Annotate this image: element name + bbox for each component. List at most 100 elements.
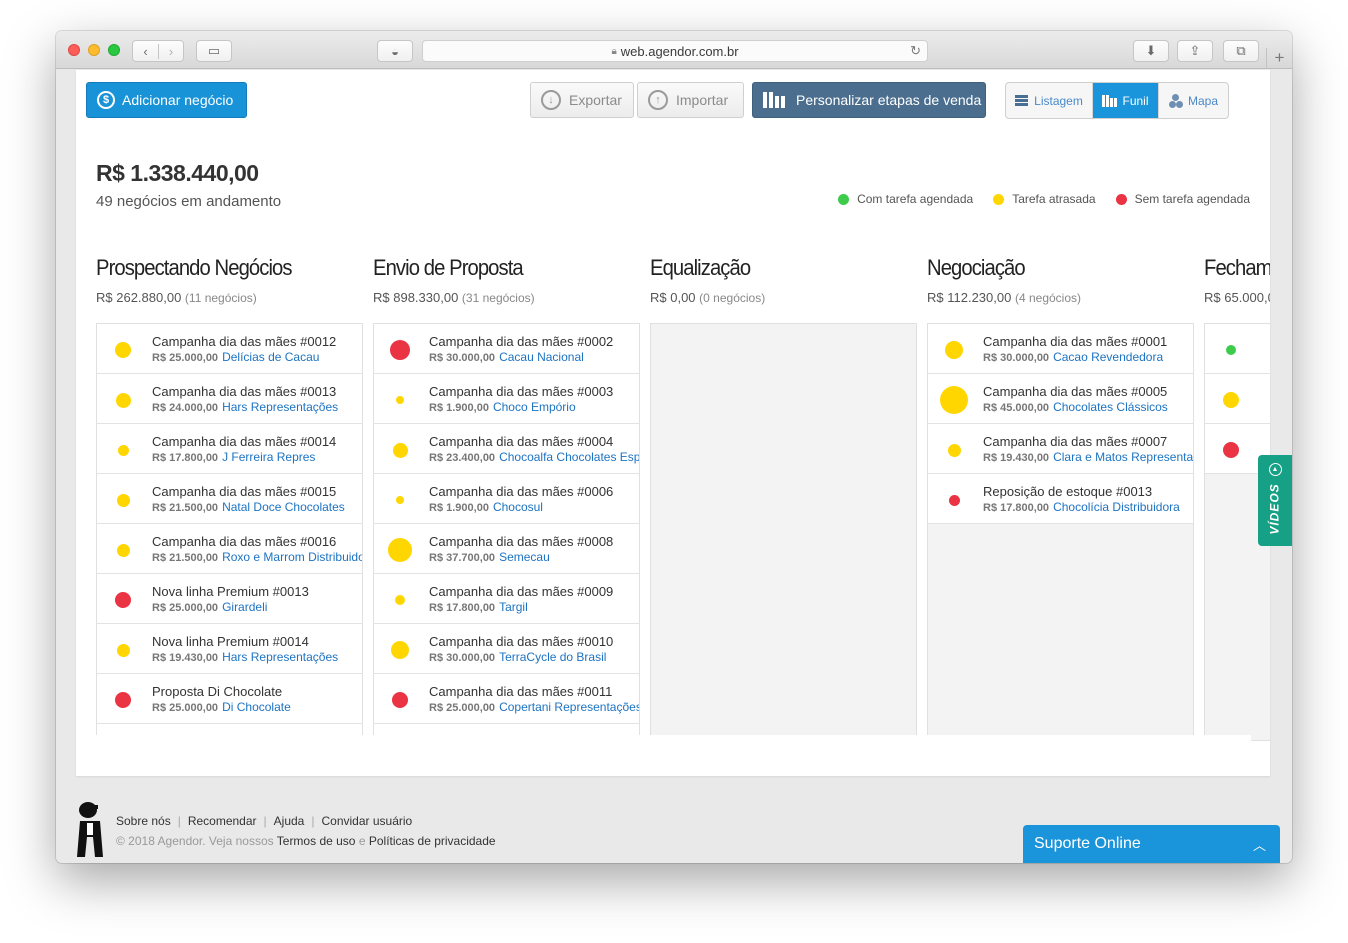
privacy-link[interactable]: Políticas de privacidade: [369, 834, 496, 848]
deal-organization-link[interactable]: Choco Empório: [493, 400, 576, 414]
view-list-button[interactable]: Listagem: [1006, 83, 1093, 118]
deal-card[interactable]: Campanha dia das mães #0012 R$ 25.000,00 D…: [97, 324, 362, 374]
view-funnel-button[interactable]: Funil: [1093, 83, 1158, 118]
column-value: R$ 112.230,00: [927, 290, 1012, 305]
deal-organization-link[interactable]: Clara e Matos Representações: [1053, 450, 1193, 464]
deal-organization-link[interactable]: Natal Doce Chocolates: [222, 500, 345, 514]
minimize-window-button[interactable]: [88, 44, 100, 56]
deal-organization-link[interactable]: Copertani Representações: [499, 700, 639, 714]
reload-icon[interactable]: ↻: [910, 43, 921, 59]
deal-title[interactable]: Campanha dia das mães #0002: [429, 334, 613, 349]
deal-organization-link[interactable]: Chocolícia Distribuidora: [1053, 500, 1180, 514]
address-bar[interactable]: 🔒︎ web.agendor.com.br ↻: [422, 40, 928, 62]
deal-card[interactable]: Campanha dia das mães #0008 R$ 37.700,00 S…: [374, 524, 639, 574]
deal-card[interactable]: Campanha dia das mães #0011 R$ 25.000,00 C…: [374, 674, 639, 724]
deal-card[interactable]: Campanha dia das mães #0007 R$ 19.430,00 C…: [928, 424, 1193, 474]
deal-title[interactable]: Nova linha Premium #0014: [152, 634, 309, 649]
deal-organization-link[interactable]: Chocosul: [493, 500, 543, 514]
deal-organization-link[interactable]: Roxo e Marrom Distribuidora: [222, 550, 362, 564]
deal-organization-link[interactable]: Hars Representações: [222, 650, 338, 664]
back-arrow-icon[interactable]: ‹: [133, 44, 158, 59]
footer-link-about[interactable]: Sobre nós: [116, 814, 171, 828]
online-support-widget[interactable]: Suporte Online ︿: [1023, 825, 1280, 863]
deal-title[interactable]: Nova linha Premium #0013: [152, 584, 309, 599]
deal-organization-link[interactable]: Di Chocolate: [222, 700, 291, 714]
deal-organization-link[interactable]: Chocolates Clássicos: [1053, 400, 1168, 414]
deal-card[interactable]: Campanha dia das mães #0010 R$ 30.000,00 T…: [374, 624, 639, 674]
deal-title[interactable]: Campanha dia das mães #0006: [429, 484, 613, 499]
status-dot-icon: [391, 641, 409, 659]
deal-title[interactable]: Campanha dia das mães #0008: [429, 534, 613, 549]
videos-side-tab[interactable]: ▲ VÍDEOS: [1258, 455, 1292, 546]
chevron-up-icon[interactable]: ︿: [1253, 835, 1266, 854]
deal-title[interactable]: Campanha dia das mães #0009: [429, 584, 613, 599]
deal-organization-link[interactable]: Semecau: [499, 550, 550, 564]
view-map-button[interactable]: Mapa: [1158, 83, 1228, 118]
deal-title[interactable]: Campanha dia das mães #0016: [152, 534, 336, 549]
deal-title[interactable]: Campanha dia das mães #0011: [429, 684, 612, 699]
tab-overview-button[interactable]: ⧉: [1223, 40, 1259, 62]
column-cards: Campanha dia das mães #0001 R$ 30.000,00 C…: [927, 323, 1194, 741]
add-deal-button[interactable]: $ Adicionar negócio: [86, 82, 247, 118]
deal-card[interactable]: Proposta Di Chocolate R$ 25.000,00 Di Choc…: [97, 674, 362, 724]
deal-title[interactable]: Campanha dia das mães #0015: [152, 484, 336, 499]
deal-title[interactable]: Campanha dia das mães #0007: [983, 434, 1167, 449]
deal-card[interactable]: Campanha dia das mães #0009 R$ 17.800,00 T…: [374, 574, 639, 624]
deal-organization-link[interactable]: Hars Representações: [222, 400, 338, 414]
import-button[interactable]: ↑ Importar: [637, 82, 744, 118]
deal-card[interactable]: Campanha dia das mães #0016 R$ 21.500,00 R…: [97, 524, 362, 574]
deal-card[interactable]: Campanha dia das mães #0003 R$ 1.900,00 Ch…: [374, 374, 639, 424]
zoom-window-button[interactable]: [108, 44, 120, 56]
deal-card[interactable]: Campanha dia das mães #0013 R$ 24.000,00 H…: [97, 374, 362, 424]
export-button[interactable]: ↓ Exportar: [530, 82, 634, 118]
deal-meta: R$ 25.000,00 Copertani Representações: [429, 700, 639, 714]
new-tab-button[interactable]: +: [1266, 48, 1292, 69]
deal-card[interactable]: Campanha dia das mães #0015 R$ 21.500,00 N…: [97, 474, 362, 524]
deal-value: R$ 25.000,00: [152, 352, 219, 364]
deal-title[interactable]: Reposição de estoque #0013: [983, 484, 1152, 499]
deal-card[interactable]: Campanha dia das mães #0014 R$ 17.800,00 J…: [97, 424, 362, 474]
deal-organization-link[interactable]: Cacau Nacional: [499, 350, 584, 364]
deal-organization-link[interactable]: Targil: [499, 600, 528, 614]
export-label: Exportar: [569, 92, 622, 108]
deal-card[interactable]: Campanha dia das mães #0006 R$ 1.900,00 Ch…: [374, 474, 639, 524]
deal-card[interactable]: Nova linha Premium #0014 R$ 19.430,00 Hars…: [97, 624, 362, 674]
deal-organization-link[interactable]: J Ferreira Repres: [222, 450, 315, 464]
status-dot-icon: [395, 595, 405, 605]
footer-link-invite[interactable]: Convidar usuário: [321, 814, 412, 828]
deal-title[interactable]: Campanha dia das mães #0005: [983, 384, 1167, 399]
deal-meta: [1260, 350, 1264, 364]
deal-title[interactable]: Campanha dia das mães #0014: [152, 434, 336, 449]
close-window-button[interactable]: [68, 44, 80, 56]
deal-card[interactable]: Nova linha Premium #0013 R$ 25.000,00 Gira…: [97, 574, 362, 624]
downloads-button[interactable]: ⬇: [1133, 40, 1169, 62]
customize-stages-button[interactable]: Personalizar etapas de venda: [752, 82, 986, 118]
pocket-button[interactable]: ◒: [377, 40, 413, 62]
share-button[interactable]: ⇪: [1177, 40, 1213, 62]
deal-title[interactable]: Campanha dia das mães #0001: [983, 334, 1167, 349]
deal-title[interactable]: Campanha dia das mães #0012: [152, 334, 336, 349]
deal-organization-link[interactable]: Cacao Revendedora: [1053, 350, 1163, 364]
deal-card[interactable]: Campanha dia das mães #0004 R$ 23.400,00 C…: [374, 424, 639, 474]
deal-card[interactable]: [1205, 324, 1270, 374]
deal-meta: R$ 30.000,00 Cacau Nacional: [429, 350, 584, 364]
deal-organization-link[interactable]: TerraCycle do Brasil: [499, 650, 606, 664]
deal-organization-link[interactable]: Girardeli: [222, 600, 267, 614]
deal-card[interactable]: Campanha dia das mães #0005 R$ 45.000,00 C…: [928, 374, 1193, 424]
footer-link-help[interactable]: Ajuda: [274, 814, 305, 828]
terms-link[interactable]: Termos de uso: [277, 834, 356, 848]
deal-card[interactable]: Campanha dia das mães #0001 R$ 30.000,00 C…: [928, 324, 1193, 374]
deal-organization-link[interactable]: Chocoalfa Chocolates Especiais: [499, 450, 639, 464]
deal-card[interactable]: Campanha dia das mães #0002 R$ 30.000,00 C…: [374, 324, 639, 374]
deal-title[interactable]: Campanha dia das mães #0004: [429, 434, 613, 449]
forward-arrow-icon[interactable]: ›: [157, 43, 183, 59]
deal-card[interactable]: Reposição de estoque #0013 R$ 17.800,00 Ch…: [928, 474, 1193, 524]
deal-organization-link[interactable]: Delícias de Cacau: [222, 350, 319, 364]
deal-title[interactable]: Campanha dia das mães #0010: [429, 634, 613, 649]
deal-title[interactable]: Campanha dia das mães #0013: [152, 384, 336, 399]
deal-title[interactable]: Campanha dia das mães #0003: [429, 384, 613, 399]
footer-link-recommend[interactable]: Recomendar: [188, 814, 257, 828]
deal-title[interactable]: Proposta Di Chocolate: [152, 684, 282, 699]
sidebar-toggle-button[interactable]: ▭: [196, 40, 232, 62]
deal-card[interactable]: [1205, 374, 1270, 424]
